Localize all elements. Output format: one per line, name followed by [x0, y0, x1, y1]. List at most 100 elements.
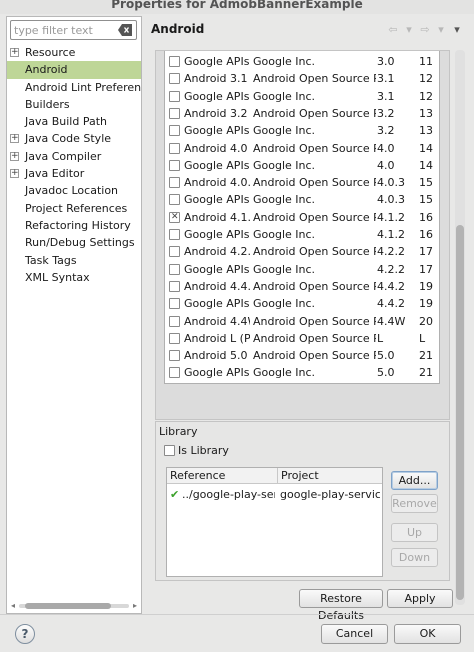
sidebar-item[interactable]: Javadoc Location: [7, 182, 141, 199]
scroll-right-icon[interactable]: ▸: [133, 601, 137, 610]
sidebar-item[interactable]: Project References: [7, 200, 141, 217]
sidebar-item[interactable]: + Java Compiler: [7, 148, 141, 165]
target-api-cell: 19: [419, 279, 433, 293]
restore-defaults-button[interactable]: Restore Defaults: [299, 589, 383, 622]
back-arrow-icon[interactable]: ⇦: [387, 23, 399, 41]
table-row[interactable]: Android L (Preview)Android Open Source P…: [165, 330, 439, 347]
history-nav: ⇦ ▾ ⇨ ▾ ▾: [387, 23, 463, 41]
expand-icon[interactable]: +: [10, 48, 19, 57]
target-name-cell: Android 4.0.3: [184, 176, 250, 190]
filter-box[interactable]: [10, 20, 137, 40]
target-checkbox[interactable]: [169, 159, 180, 171]
target-checkbox[interactable]: [169, 229, 180, 240]
target-checkbox[interactable]: [169, 177, 180, 189]
target-checkbox[interactable]: [169, 350, 180, 362]
target-checkbox[interactable]: [169, 107, 180, 119]
table-row[interactable]: Android 4.1.2Android Open Source Project…: [165, 209, 439, 226]
target-checkbox[interactable]: [169, 209, 180, 226]
target-api-cell: 15: [419, 193, 433, 207]
target-checkbox[interactable]: [169, 125, 180, 137]
target-checkbox[interactable]: [169, 332, 180, 344]
target-vendor-cell: Android Open Source Project: [253, 331, 376, 345]
sidebar-item-label: Resource: [25, 46, 76, 59]
library-reference-table: Reference Project ✔ ../google-play-servi…: [166, 467, 383, 577]
remove-library-button[interactable]: Remove: [391, 494, 438, 513]
clear-filter-icon[interactable]: [118, 24, 132, 36]
table-row[interactable]: Android 4.0 Android Open Source Project4.…: [165, 140, 439, 157]
table-row[interactable]: Android 3.2 Android Open Source Project3.…: [165, 105, 439, 122]
target-vendor-cell: Android Open Source Project: [253, 349, 376, 363]
sidebar-item[interactable]: + Java Code Style: [7, 130, 141, 147]
target-checkbox[interactable]: [169, 263, 180, 275]
expand-icon[interactable]: +: [10, 134, 19, 144]
scrollbar-thumb[interactable]: [25, 603, 111, 609]
target-platform-cell: 4.0.3: [377, 193, 405, 207]
target-api-cell: 15: [419, 176, 433, 190]
sidebar-item[interactable]: Task Tags: [7, 252, 141, 269]
target-vendor-cell: Google Inc.: [253, 89, 316, 103]
is-library-checkbox[interactable]: [164, 445, 175, 456]
table-row[interactable]: Android 4.4.2Android Open Source Project…: [165, 278, 439, 295]
nav-horizontal-scrollbar[interactable]: ◂ ▸: [11, 601, 137, 610]
view-menu-icon[interactable]: ▾: [451, 23, 463, 41]
table-row[interactable]: Google APIs Google Inc. 3.1 12: [165, 88, 439, 105]
sidebar-item[interactable]: + Java Editor: [7, 165, 141, 182]
back-dropdown-icon[interactable]: ▾: [403, 23, 415, 41]
add-library-button[interactable]: Add...: [391, 471, 438, 490]
table-row[interactable]: Google APIs Google Inc. 4.1.2 16: [165, 226, 439, 243]
column-header-project[interactable]: Project: [277, 468, 319, 484]
target-checkbox[interactable]: [169, 56, 180, 67]
table-row[interactable]: Google APIs Google Inc. 4.2.2 17: [165, 261, 439, 278]
table-row[interactable]: ✔ ../google-play-services_lib google-pla…: [167, 486, 382, 503]
table-row[interactable]: Google APIs Google Inc. 3.0 11: [165, 53, 439, 70]
table-row[interactable]: Android 5.0 Android Open Source Project5.…: [165, 347, 439, 364]
help-icon[interactable]: ?: [15, 624, 35, 644]
scroll-left-icon[interactable]: ◂: [11, 601, 15, 610]
sidebar-item[interactable]: Run/Debug Settings: [7, 234, 141, 251]
target-platform-cell: 4.2.2: [377, 262, 405, 276]
target-checkbox[interactable]: [169, 73, 180, 85]
target-checkbox[interactable]: [169, 298, 180, 310]
move-up-button[interactable]: Up: [391, 523, 438, 542]
column-header-reference[interactable]: Reference: [170, 468, 225, 484]
apply-button[interactable]: Apply: [387, 589, 453, 608]
target-checkbox[interactable]: [169, 194, 180, 206]
scrollbar-thumb[interactable]: [456, 225, 464, 600]
expand-icon[interactable]: +: [10, 169, 19, 179]
expand-icon[interactable]: +: [10, 151, 19, 161]
target-api-cell: 20: [419, 314, 433, 328]
sidebar-item[interactable]: Android Lint Preference: [7, 79, 141, 96]
sidebar-item[interactable]: Builders: [7, 96, 141, 113]
target-checkbox[interactable]: [169, 246, 180, 258]
page-vertical-scrollbar[interactable]: [455, 50, 465, 605]
table-row[interactable]: Google APIs Google Inc. 4.0 14: [165, 157, 439, 174]
table-row[interactable]: Android 4.2.2Android Open Source Project…: [165, 243, 439, 260]
target-name-cell: Google APIs: [184, 297, 250, 311]
forward-arrow-icon[interactable]: ⇨: [419, 23, 431, 41]
target-checkbox[interactable]: [169, 280, 180, 292]
library-legend: Library: [159, 425, 198, 438]
table-row[interactable]: Google APIs Google Inc. 4.4.2 19: [165, 295, 439, 312]
table-row[interactable]: Android 4.0.3Android Open Source Project…: [165, 174, 439, 191]
ok-button[interactable]: OK: [394, 624, 461, 644]
target-checkbox[interactable]: [169, 315, 180, 327]
table-row[interactable]: Google APIs Google Inc. 3.2 13: [165, 122, 439, 139]
sidebar-item[interactable]: + Resource: [7, 44, 141, 61]
table-row[interactable]: Android 4.4WAndroid Open Source Project4…: [165, 313, 439, 330]
sidebar-item[interactable]: XML Syntax: [7, 269, 141, 286]
forward-dropdown-icon[interactable]: ▾: [435, 23, 447, 41]
target-checkbox[interactable]: [169, 367, 180, 379]
target-api-cell: 19: [419, 297, 433, 311]
sidebar-item[interactable]: Android: [7, 61, 141, 79]
filter-input[interactable]: [14, 23, 114, 37]
sidebar-item[interactable]: Java Build Path: [7, 113, 141, 130]
table-row[interactable]: Google APIs Google Inc. 5.0 21: [165, 364, 439, 381]
table-row[interactable]: Google APIs Google Inc. 4.0.3 15: [165, 191, 439, 208]
sidebar-item[interactable]: Refactoring History: [7, 217, 141, 234]
target-checkbox[interactable]: [169, 142, 180, 154]
cancel-button[interactable]: Cancel: [321, 624, 388, 644]
target-checkbox[interactable]: [169, 90, 180, 102]
move-down-button[interactable]: Down: [391, 548, 438, 567]
target-platform-cell: L: [377, 331, 384, 345]
table-row[interactable]: Android 3.1 Android Open Source Project3.…: [165, 70, 439, 87]
